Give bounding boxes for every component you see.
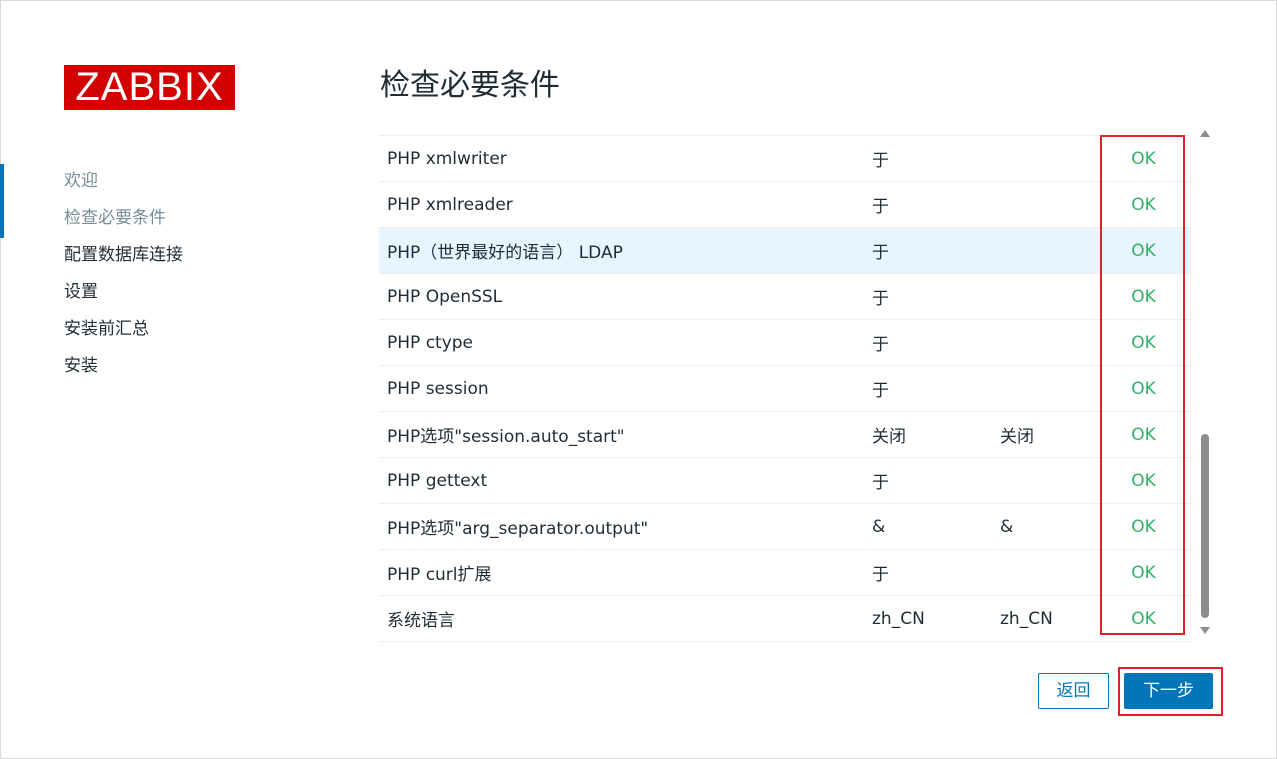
table-row: PHP xmlwriter 于 OK bbox=[379, 136, 1191, 182]
required-value bbox=[1000, 319, 1110, 366]
requirement-name: PHP xmlreader bbox=[379, 181, 872, 228]
required-value bbox=[1000, 273, 1110, 320]
current-value: 于 bbox=[872, 549, 1000, 596]
table-row: PHP选项"arg_separator.output" & & OK bbox=[379, 503, 1191, 550]
table-row: 系统语言 zh_CN zh_CN OK bbox=[379, 595, 1191, 642]
current-value: 于 bbox=[872, 365, 1000, 412]
zabbix-logo: ZABBIX bbox=[64, 65, 235, 110]
requirements-table-container[interactable]: PHP xmlwriter 于 OK PHP xmlreader 于 OK PH… bbox=[379, 135, 1191, 642]
requirement-name: PHP gettext bbox=[379, 457, 872, 504]
current-value: 于 bbox=[872, 136, 1000, 182]
setup-steps-nav: 欢迎 检查必要条件 配置数据库连接 设置 安装前汇总 安装 bbox=[0, 163, 330, 385]
required-value bbox=[1000, 227, 1110, 274]
scroll-down-arrow-icon[interactable] bbox=[1200, 627, 1210, 634]
current-value: zh_CN bbox=[872, 595, 1000, 642]
scrollbar-thumb[interactable] bbox=[1201, 434, 1209, 618]
required-value bbox=[1000, 181, 1110, 228]
table-row: PHP xmlreader 于 OK bbox=[379, 181, 1191, 228]
requirement-name: 系统语言 bbox=[379, 595, 872, 642]
nav-step-check-prerequisites: 检查必要条件 bbox=[64, 208, 166, 228]
table-row: PHP OpenSSL 于 OK bbox=[379, 273, 1191, 320]
nav-step-welcome: 欢迎 bbox=[64, 171, 98, 191]
table-row: PHP curl扩展 于 OK bbox=[379, 549, 1191, 596]
nav-step-settings: 设置 bbox=[64, 282, 98, 302]
required-value bbox=[1000, 136, 1110, 182]
current-value: 于 bbox=[872, 273, 1000, 320]
requirement-name: PHP session bbox=[379, 365, 872, 412]
current-value: 于 bbox=[872, 227, 1000, 274]
requirement-name: PHP curl扩展 bbox=[379, 549, 872, 596]
table-row: PHP ctype 于 OK bbox=[379, 319, 1191, 366]
table-row: PHP gettext 于 OK bbox=[379, 457, 1191, 504]
scroll-up-arrow-icon[interactable] bbox=[1200, 130, 1210, 137]
current-value: & bbox=[872, 503, 1000, 550]
requirements-table: PHP xmlwriter 于 OK PHP xmlreader 于 OK PH… bbox=[379, 136, 1191, 642]
requirements-scrollbar[interactable] bbox=[1198, 128, 1212, 636]
requirement-name: PHP OpenSSL bbox=[379, 273, 872, 320]
nav-step-install: 安装 bbox=[64, 356, 98, 376]
next-button-annotation-box bbox=[1118, 667, 1223, 716]
current-value: 于 bbox=[872, 181, 1000, 228]
required-value bbox=[1000, 457, 1110, 504]
status-column-annotation-box bbox=[1100, 135, 1185, 635]
table-row: PHP选项"session.auto_start" 关闭 关闭 OK bbox=[379, 411, 1191, 458]
requirement-name: PHP（世界最好的语言） LDAP bbox=[379, 227, 872, 274]
current-value: 关闭 bbox=[872, 411, 1000, 458]
page-title: 检查必要条件 bbox=[380, 68, 560, 103]
requirement-name: PHP选项"session.auto_start" bbox=[379, 411, 872, 458]
requirement-name: PHP ctype bbox=[379, 319, 872, 366]
current-value: 于 bbox=[872, 457, 1000, 504]
table-row: PHP session 于 OK bbox=[379, 365, 1191, 412]
back-button[interactable]: 返回 bbox=[1038, 673, 1109, 709]
table-row-highlighted: PHP（世界最好的语言） LDAP 于 OK bbox=[379, 227, 1191, 274]
required-value: & bbox=[1000, 503, 1110, 550]
requirement-name: PHP xmlwriter bbox=[379, 136, 872, 182]
required-value: zh_CN bbox=[1000, 595, 1110, 642]
requirement-name: PHP选项"arg_separator.output" bbox=[379, 503, 872, 550]
required-value bbox=[1000, 365, 1110, 412]
current-value: 于 bbox=[872, 319, 1000, 366]
nav-step-db-connection: 配置数据库连接 bbox=[64, 245, 183, 265]
required-value: 关闭 bbox=[1000, 411, 1110, 458]
nav-step-pre-install-summary: 安装前汇总 bbox=[64, 319, 149, 339]
required-value bbox=[1000, 549, 1110, 596]
